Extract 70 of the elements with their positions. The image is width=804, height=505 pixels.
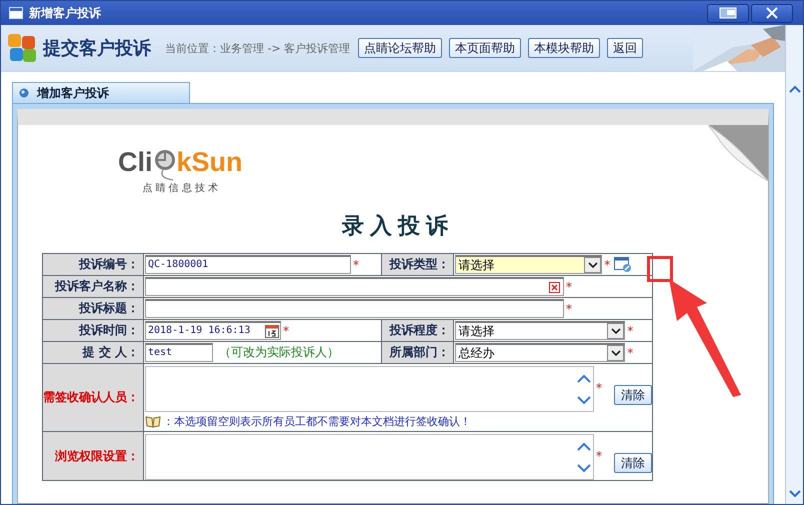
settings-icon[interactable] bbox=[614, 256, 632, 272]
list-field[interactable] bbox=[145, 366, 594, 412]
clear-button[interactable]: 清除 bbox=[614, 453, 652, 473]
help-button[interactable]: 本页面帮助 bbox=[449, 38, 522, 58]
field-label: 投诉类型： bbox=[389, 257, 450, 271]
help-button[interactable]: 返回 bbox=[607, 38, 644, 58]
field-label: 所属部门： bbox=[389, 345, 450, 359]
select-field[interactable]: 请选择 bbox=[455, 321, 626, 340]
window-title: 新增客户投诉 bbox=[29, 4, 102, 22]
scroll-down-icon[interactable] bbox=[577, 396, 591, 404]
required-mark: * bbox=[596, 381, 602, 395]
book-icon bbox=[145, 415, 161, 428]
note-text: ：本选项留空则表示所有员工都不需要对本文档进行签收确认！ bbox=[163, 414, 471, 429]
restore-icon[interactable] bbox=[719, 7, 737, 19]
hint-text: （可改为实际投诉人） bbox=[219, 344, 339, 361]
logo-text: Cli bbox=[118, 147, 153, 177]
scroll-up-icon[interactable] bbox=[577, 374, 591, 382]
close-icon[interactable] bbox=[765, 7, 779, 19]
input-field[interactable]: test bbox=[145, 343, 213, 362]
page-title: 提交客户投诉 bbox=[43, 37, 151, 60]
input-field[interactable] bbox=[145, 299, 564, 318]
scroll-up-icon[interactable] bbox=[577, 442, 591, 450]
date-field[interactable]: 2018-1-19 16:6:13 bbox=[145, 321, 281, 340]
required-mark: * bbox=[604, 258, 610, 272]
logo-tagline: 点 睛 信 息 技 术 bbox=[142, 182, 218, 195]
required-mark: * bbox=[566, 280, 572, 294]
list-field[interactable] bbox=[145, 434, 594, 480]
scrollbar[interactable] bbox=[785, 25, 803, 504]
field-label: 投诉标题： bbox=[79, 301, 139, 315]
field-label: 投诉客户名称： bbox=[55, 279, 139, 293]
field-label: 投诉编号： bbox=[79, 257, 139, 271]
clear-button[interactable]: 清除 bbox=[614, 385, 652, 405]
scroll-up-icon[interactable] bbox=[788, 85, 800, 93]
field-label: 提 交 人： bbox=[82, 345, 139, 359]
scroll-down-icon[interactable] bbox=[788, 490, 800, 498]
scroll-down-icon[interactable] bbox=[577, 464, 591, 472]
required-mark: * bbox=[283, 324, 289, 338]
required-mark: * bbox=[353, 258, 359, 272]
field-label: 投诉程度： bbox=[389, 323, 450, 337]
help-button[interactable]: 本模块帮助 bbox=[528, 38, 600, 58]
calendar-icon[interactable] bbox=[265, 324, 279, 338]
field-label: 浏览权限设置： bbox=[55, 448, 139, 462]
restore-button[interactable] bbox=[707, 4, 749, 22]
close-button[interactable] bbox=[751, 4, 793, 22]
mouse-icon bbox=[152, 147, 177, 181]
dropdown-icon[interactable] bbox=[584, 257, 602, 273]
clear-icon[interactable] bbox=[549, 282, 560, 292]
app-icon bbox=[7, 33, 37, 63]
highlight-box bbox=[647, 256, 673, 282]
field-label: 需签收确认人员： bbox=[43, 390, 139, 404]
help-button[interactable]: 点睛论坛帮助 bbox=[358, 38, 442, 58]
breadcrumb: 当前位置：业务管理 -> 客户投诉管理 bbox=[165, 40, 350, 56]
required-mark: * bbox=[566, 302, 572, 316]
field-label: 投诉时间： bbox=[79, 323, 139, 337]
form-title: 录入投诉 bbox=[342, 213, 454, 241]
required-mark: * bbox=[627, 324, 634, 338]
dropdown-icon[interactable] bbox=[607, 345, 624, 361]
required-mark: * bbox=[627, 346, 634, 360]
window-icon bbox=[9, 7, 23, 19]
logo-text: kSun bbox=[176, 147, 243, 177]
dropdown-icon[interactable] bbox=[607, 323, 624, 339]
tab-label: 增加客户投诉 bbox=[37, 84, 109, 102]
bullet-icon bbox=[19, 88, 29, 98]
page-curl-icon bbox=[708, 125, 768, 181]
select-field[interactable]: 总经办 bbox=[455, 343, 626, 362]
required-mark: * bbox=[596, 449, 602, 463]
input-field[interactable]: QC-1800001 bbox=[145, 255, 351, 274]
panel-tab[interactable]: 增加客户投诉 bbox=[12, 82, 190, 103]
select-field[interactable]: 请选择 bbox=[455, 255, 602, 274]
input-field[interactable] bbox=[145, 277, 564, 296]
